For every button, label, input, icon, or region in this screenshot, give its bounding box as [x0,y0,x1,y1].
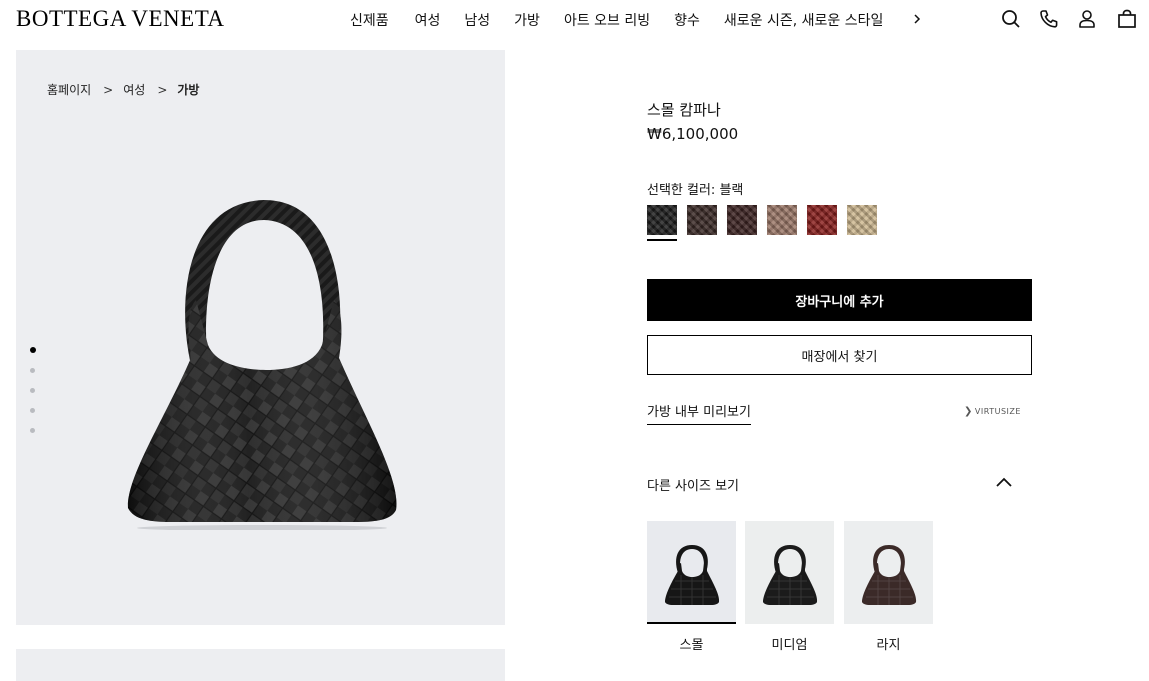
color-swatch[interactable] [687,205,717,235]
nav-item-men[interactable]: 남성 [464,10,490,30]
size-option-large[interactable]: 라지 [844,521,933,653]
selected-color-label: 선택한 컬러: 블랙 [647,183,744,198]
product-image-secondary[interactable] [16,649,505,681]
size-option-small[interactable]: 스몰 [647,521,736,653]
breadcrumb-bags[interactable]: 가방 [177,81,199,98]
color-swatch[interactable] [647,205,677,241]
phone-icon[interactable] [1038,8,1060,30]
size-label: 스몰 [679,638,704,653]
nav-item-new-season[interactable]: 새로운 시즌, 새로운 스타일 [724,10,883,30]
brand-logo[interactable]: BOTTEGA VENETA [16,6,225,32]
virtusize-badge[interactable]: ❯ VIRTUSIZE [964,406,1021,417]
gallery-dot[interactable] [30,388,35,393]
size-label: 미디엄 [771,638,808,653]
size-bag-image [665,545,720,605]
gallery-dot[interactable] [30,368,35,373]
gallery-dot[interactable] [30,408,35,413]
size-option-medium[interactable]: 미디엄 [745,521,834,653]
color-swatch[interactable] [807,205,837,235]
product-image[interactable] [116,190,406,530]
virtusize-label: VIRTUSIZE [974,407,1021,416]
product-gallery: 홈페이지 > 여성 > 가방 [16,50,505,625]
preview-inside-link[interactable]: 가방 내부 미리보기 [647,401,751,425]
breadcrumb-women[interactable]: 여성 [123,81,145,98]
nav-item-art-of-living[interactable]: 아트 오브 리빙 [564,10,650,30]
size-thumbnail [844,521,933,624]
other-sizes-title: 다른 사이즈 보기 [647,479,739,494]
nav-item-women[interactable]: 여성 [415,10,441,30]
search-icon[interactable] [1000,8,1022,30]
breadcrumb: 홈페이지 > 여성 > 가방 [47,81,199,98]
nav-item-fragrance[interactable]: 향수 [674,10,700,30]
color-swatch[interactable] [767,205,797,235]
chevron-right-icon[interactable] [908,8,926,30]
size-thumbnail [745,521,834,624]
nav-item-new[interactable]: 신제품 [350,10,389,30]
nav-item-bags[interactable]: 가방 [514,10,540,30]
color-swatch[interactable] [847,205,877,235]
gallery-pagination [30,347,36,448]
account-icon[interactable] [1076,8,1098,30]
site-header: BOTTEGA VENETA 신제품 여성 남성 가방 아트 오브 리빙 향수 … [0,0,1149,40]
size-label: 라지 [876,638,901,653]
size-thumbnail [647,521,736,624]
chevron-up-icon[interactable] [993,472,1015,492]
add-to-cart-button[interactable]: 장바구니에 추가 [647,279,1032,321]
virtusize-logo-icon: ❯ [964,406,973,417]
size-bag-image [763,545,818,605]
breadcrumb-separator: > [103,82,114,97]
breadcrumb-home[interactable]: 홈페이지 [47,81,91,98]
breadcrumb-separator: > [157,82,168,97]
gallery-dot[interactable] [30,347,36,353]
bag-icon[interactable] [1116,8,1138,30]
find-in-store-button[interactable]: 매장에서 찾기 [647,335,1032,375]
product-price: ₩6,100,000 [647,125,739,143]
color-swatch[interactable] [727,205,757,235]
product-name: 스몰 캄파나 [647,101,721,119]
gallery-dot[interactable] [30,428,35,433]
color-swatches [647,205,887,241]
size-bag-image [862,545,917,605]
main-nav: 신제품 여성 남성 가방 아트 오브 리빙 향수 새로운 시즌, 새로운 스타일 [350,10,883,30]
